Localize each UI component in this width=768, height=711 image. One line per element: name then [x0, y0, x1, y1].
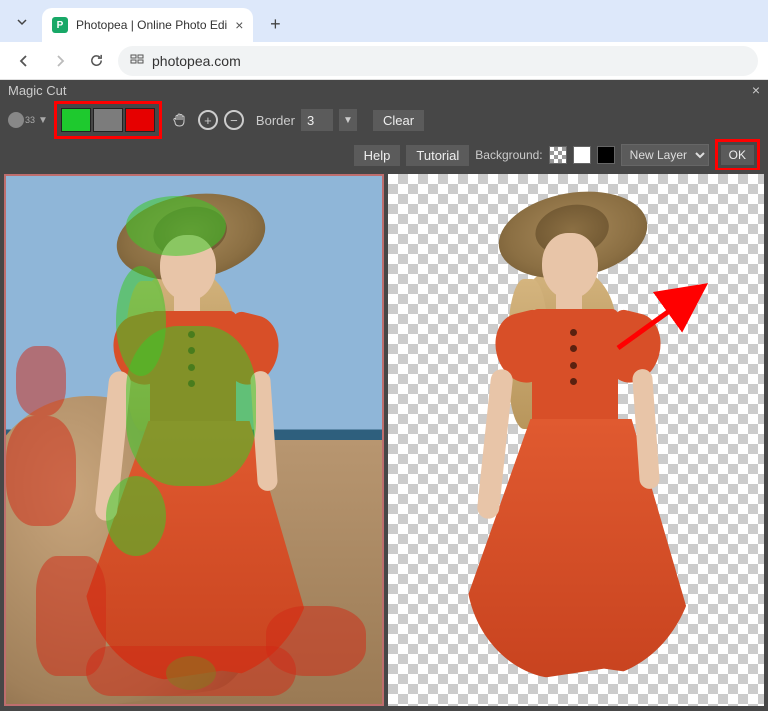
- site-settings-icon[interactable]: [130, 52, 144, 69]
- reload-icon: [89, 53, 104, 68]
- bg-swatch-transparent[interactable]: [549, 146, 567, 164]
- tab-title: Photopea | Online Photo Edi: [76, 18, 227, 32]
- dress-shape: [476, 309, 676, 689]
- subject-person-cutout: [436, 179, 716, 699]
- green-mask-overlay: [126, 326, 256, 486]
- paint-gray[interactable]: [93, 108, 123, 132]
- app-window: Magic Cut × 33 ▼ + − Border ▼ Clear Help…: [0, 80, 768, 711]
- color-mode-group-highlighted: [54, 101, 162, 139]
- toolbar-secondary: Help Tutorial Background: New Layer OK: [0, 140, 768, 170]
- new-tab-button[interactable]: +: [261, 10, 289, 38]
- close-dialog-icon[interactable]: ×: [752, 82, 760, 98]
- background-paint-red[interactable]: [125, 108, 155, 132]
- border-dropdown[interactable]: ▼: [339, 109, 357, 131]
- url-text: photopea.com: [152, 53, 241, 69]
- clear-button[interactable]: Clear: [373, 110, 424, 131]
- browser-nav-bar: photopea.com: [0, 42, 768, 80]
- red-mask-overlay: [86, 646, 296, 696]
- border-input[interactable]: [301, 109, 333, 131]
- chevron-down-icon: [16, 16, 28, 28]
- tutorial-button[interactable]: Tutorial: [406, 145, 469, 166]
- brush-size-value: 33: [25, 115, 35, 125]
- ok-button-highlighted: OK: [715, 139, 760, 171]
- foreground-paint-green[interactable]: [61, 108, 91, 132]
- red-mask-overlay: [16, 346, 66, 416]
- ok-button[interactable]: OK: [721, 145, 754, 165]
- dialog-title: Magic Cut: [8, 83, 67, 98]
- face-shape: [542, 233, 598, 299]
- arrow-left-icon: [16, 53, 32, 69]
- arrow-right-icon: [52, 53, 68, 69]
- brush-size-indicator[interactable]: 33 ▼: [8, 112, 48, 128]
- result-panel[interactable]: [388, 174, 764, 706]
- bg-swatch-black[interactable]: [597, 146, 615, 164]
- source-panel[interactable]: [4, 174, 384, 706]
- help-button[interactable]: Help: [354, 145, 401, 166]
- favicon-icon: P: [52, 17, 68, 33]
- reload-button[interactable]: [82, 47, 110, 75]
- zoom-in-button[interactable]: +: [198, 110, 218, 130]
- canvas-area: [0, 170, 768, 710]
- dialog-title-bar: Magic Cut ×: [0, 80, 768, 100]
- forward-button[interactable]: [46, 47, 74, 75]
- green-mask-overlay: [106, 476, 166, 556]
- tab-list-dropdown[interactable]: [8, 8, 36, 36]
- border-label: Border: [256, 113, 295, 128]
- brush-circle-icon: [8, 112, 24, 128]
- zoom-out-button[interactable]: −: [224, 110, 244, 130]
- browser-tab[interactable]: P Photopea | Online Photo Edi ×: [42, 8, 253, 42]
- green-mask-overlay: [126, 196, 226, 256]
- browser-tab-strip: P Photopea | Online Photo Edi × +: [0, 0, 768, 42]
- background-label: Background:: [475, 148, 542, 162]
- bg-swatch-white[interactable]: [573, 146, 591, 164]
- red-mask-overlay: [6, 416, 76, 526]
- url-bar[interactable]: photopea.com: [118, 46, 758, 76]
- chevron-down-icon: ▼: [38, 115, 48, 126]
- hand-tool-icon[interactable]: [168, 108, 192, 132]
- layer-select[interactable]: New Layer: [621, 144, 709, 166]
- toolbar-primary: 33 ▼ + − Border ▼ Clear: [0, 100, 768, 140]
- back-button[interactable]: [10, 47, 38, 75]
- close-tab-icon[interactable]: ×: [235, 17, 243, 33]
